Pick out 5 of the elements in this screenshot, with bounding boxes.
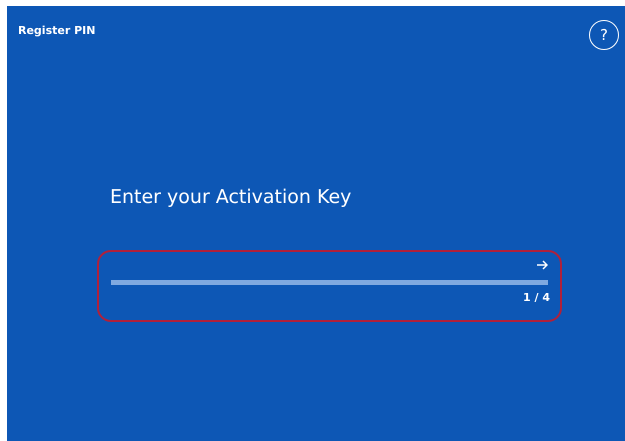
prompt-heading: Enter your Activation Key bbox=[110, 186, 352, 208]
help-button[interactable]: ? bbox=[589, 20, 619, 50]
next-arrow-icon[interactable] bbox=[536, 260, 548, 270]
page-title: Register PIN bbox=[18, 24, 96, 37]
step-counter: 1 / 4 bbox=[523, 291, 550, 304]
